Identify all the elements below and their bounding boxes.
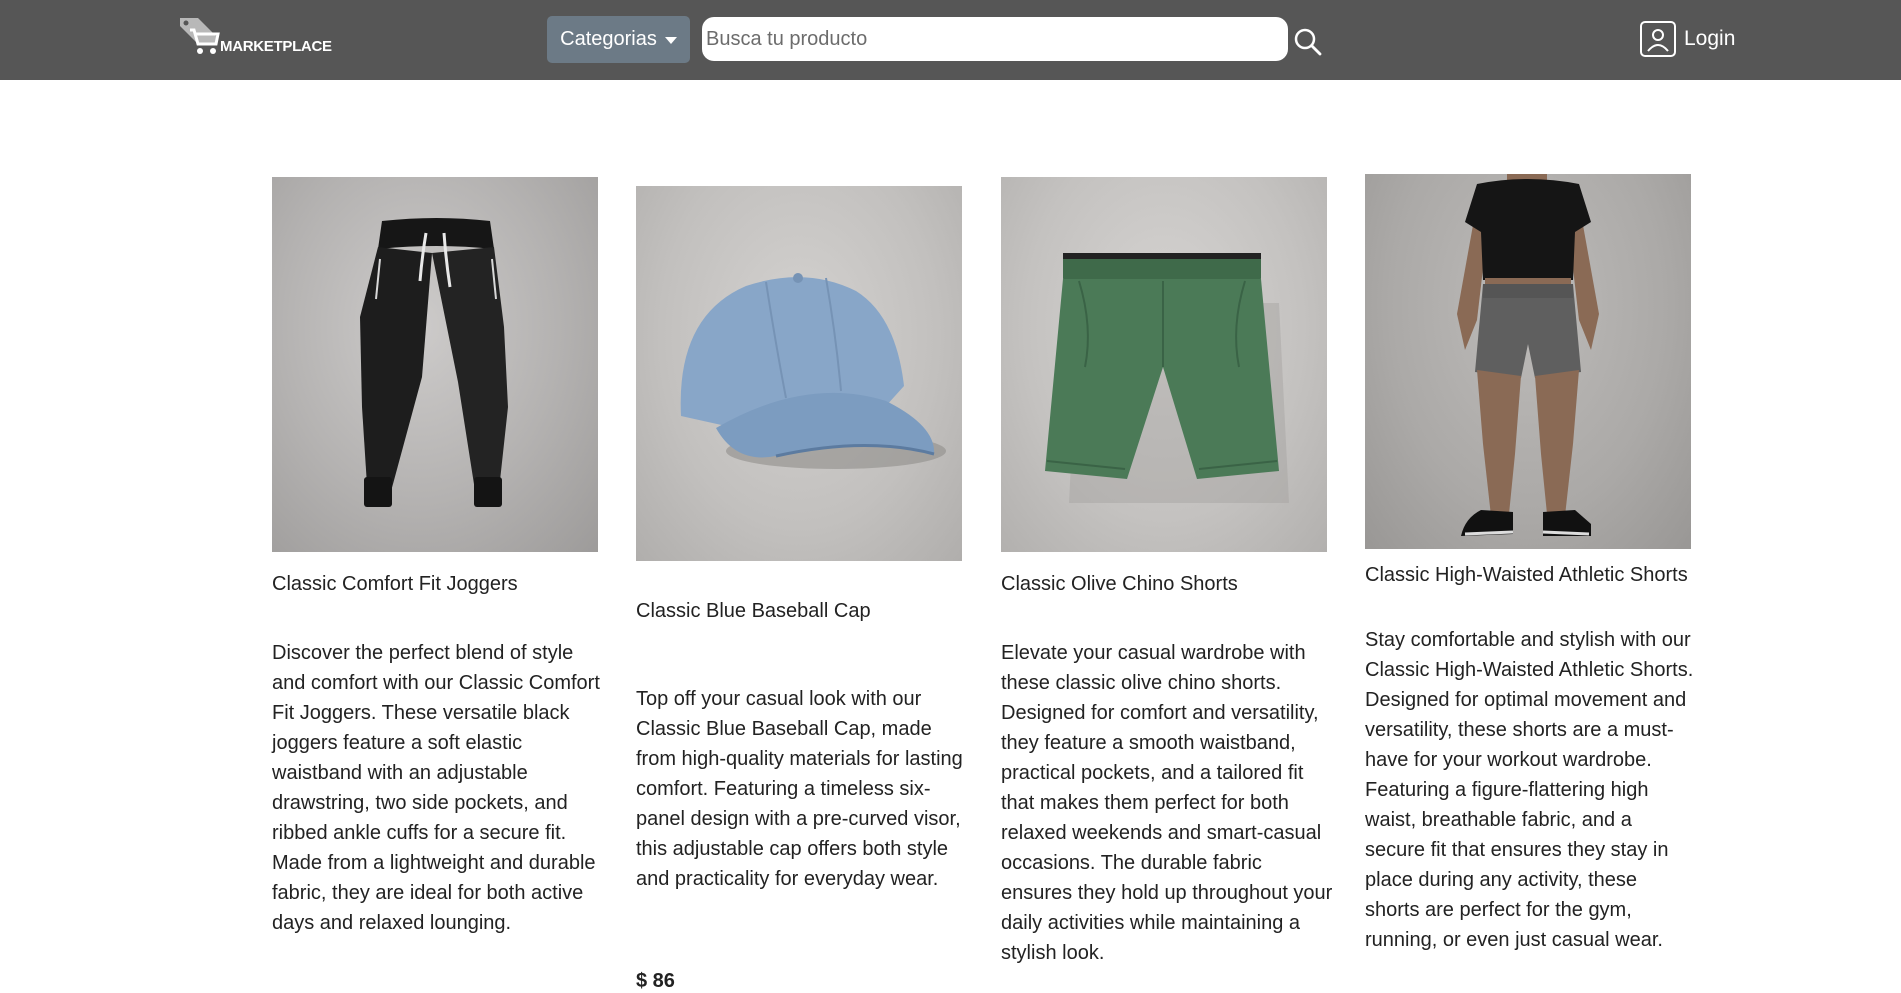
login-link[interactable]: Login [1640, 21, 1735, 57]
product-description: Elevate your casual wardrobe with these … [1001, 642, 1333, 964]
logo-text: MARKETPLACE [220, 38, 332, 55]
product-name[interactable]: Classic Comfort Fit Joggers [272, 573, 612, 596]
login-label: Login [1684, 27, 1736, 50]
product-card[interactable]: Classic Olive Chino Shorts Elevate your … [1001, 177, 1332, 964]
product-card[interactable]: Classic High-Waisted Athletic Shorts Sta… [1365, 174, 1693, 951]
product-card[interactable]: Classic Blue Baseball Cap Top off your c… [636, 186, 963, 992]
product-description: Top off your casual look with our Classi… [636, 688, 963, 890]
product-card[interactable]: Classic Comfort Fit Joggers Discover the… [272, 177, 600, 934]
product-price: $ 86 [636, 970, 675, 992]
user-icon [1640, 21, 1676, 57]
black-joggers-image[interactable] [272, 177, 598, 552]
caret-down-icon [664, 37, 677, 44]
product-description: Discover the perfect blend of style and … [272, 642, 600, 934]
blue-cap-image[interactable] [636, 186, 962, 561]
search-icon[interactable] [1293, 27, 1323, 57]
athletic-shorts-image[interactable] [1365, 174, 1691, 549]
product-description: Stay comfortable and stylish with our Cl… [1365, 629, 1694, 951]
product-name[interactable]: Classic Blue Baseball Cap [636, 600, 976, 623]
categories-dropdown-button[interactable]: Categorias [547, 16, 690, 63]
olive-shorts-image[interactable] [1001, 177, 1327, 552]
shopping-cart-tag-icon [180, 18, 220, 54]
navbar: MARKETPLACE Categorias Login [0, 0, 1901, 80]
search-input[interactable] [702, 17, 1288, 61]
categories-label: Categorias [560, 28, 657, 50]
product-name[interactable]: Classic Olive Chino Shorts [1001, 573, 1341, 596]
product-name[interactable]: Classic High-Waisted Athletic Shorts [1365, 564, 1705, 587]
marketplace-logo[interactable]: MARKETPLACE [176, 14, 332, 62]
